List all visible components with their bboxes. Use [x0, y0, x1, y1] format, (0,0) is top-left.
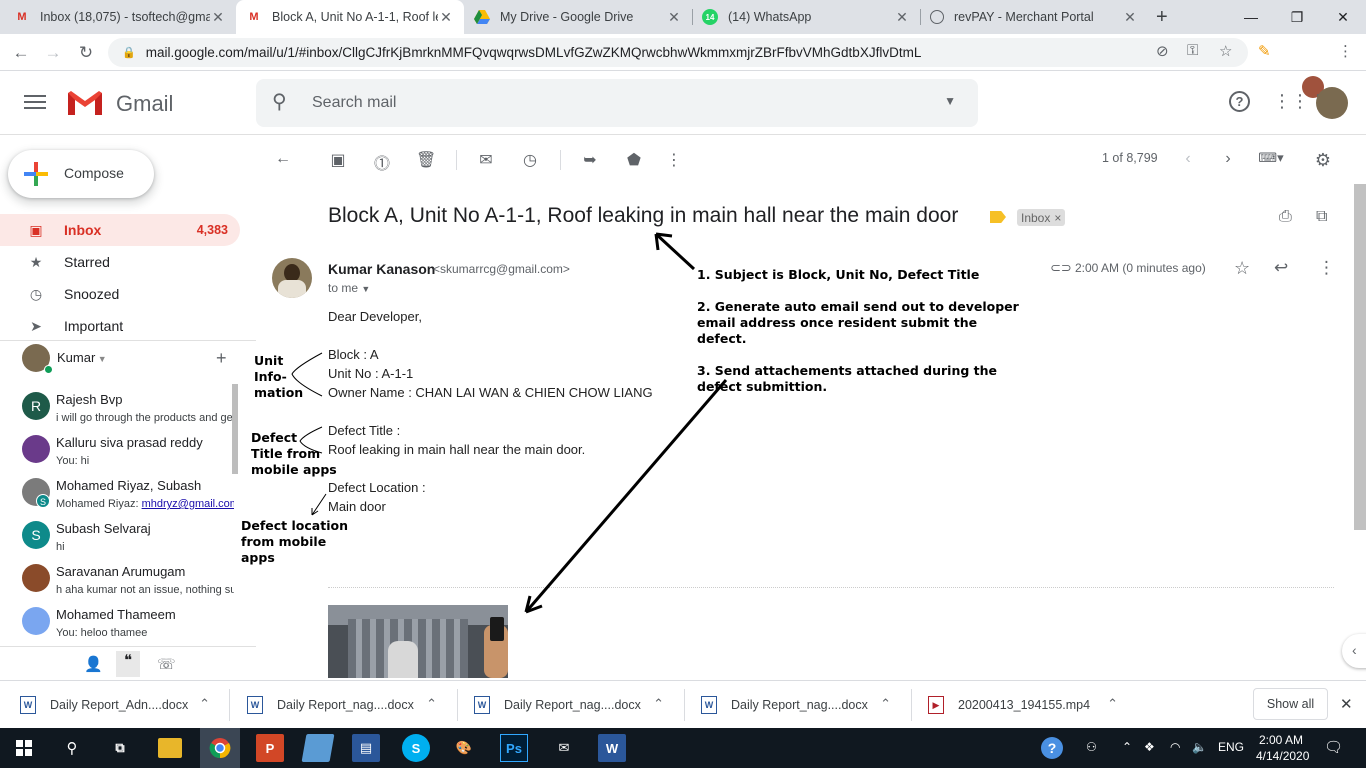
- message-scrollbar[interactable]: [1354, 184, 1366, 530]
- help-tray-icon[interactable]: ?: [1041, 737, 1063, 759]
- word-icon[interactable]: W: [598, 734, 626, 762]
- download-filename: 20200413_194155.mp4: [958, 698, 1091, 712]
- powerpoint-icon[interactable]: P: [256, 734, 284, 762]
- download-item[interactable]: W Daily Report_nag....docx ⌃: [681, 681, 907, 729]
- notification-center-icon[interactable]: 🗨: [1324, 738, 1343, 756]
- downloads-bar: W Daily Report_Adn....docx ⌃ W Daily Rep…: [0, 680, 1366, 728]
- chevron-up-icon[interactable]: ⌃: [1107, 696, 1118, 712]
- annotation-unit-info: Unit Info-mation: [254, 353, 304, 400]
- people-icon[interactable]: ⚇: [1086, 740, 1097, 754]
- download-item[interactable]: ▶ 20200413_194155.mp4 ⌃: [908, 681, 1134, 729]
- download-item[interactable]: W Daily Report_Adn....docx ⌃: [0, 681, 226, 729]
- annotation-notes: 1. Subject is Block, Unit No, Defect Tit…: [697, 267, 1019, 394]
- language-indicator[interactable]: ENG: [1218, 740, 1244, 754]
- annotation-defect-location: Defect location from mobile apps: [241, 518, 348, 565]
- app-icon[interactable]: [301, 734, 335, 762]
- download-filename: Daily Report_nag....docx: [277, 698, 414, 712]
- paint-icon[interactable]: 🎨: [450, 734, 478, 762]
- windows-taskbar: ⚲ ⧉ P ▤ S 🎨 Ps ✉ W ? ⚇ ⌃ ❖ ◠ 🔈 ENG 2:00 …: [0, 728, 1366, 768]
- annotation-defect-title: Defect Title from mobile apps: [251, 430, 337, 477]
- wifi-icon[interactable]: ◠: [1170, 740, 1180, 754]
- task-view-icon[interactable]: ⧉: [106, 734, 134, 762]
- clock-date: 4/14/2020: [1256, 749, 1310, 763]
- download-item[interactable]: W Daily Report_nag....docx ⌃: [227, 681, 453, 729]
- clock-time: 2:00 AM: [1258, 733, 1304, 747]
- video-file-icon: ▶: [928, 696, 944, 714]
- download-filename: Daily Report_Adn....docx: [50, 698, 189, 712]
- dropbox-icon[interactable]: ❖: [1144, 740, 1155, 754]
- windows-start-icon[interactable]: [10, 734, 38, 762]
- chrome-taskbar-button[interactable]: [200, 728, 240, 768]
- file-explorer-icon[interactable]: [158, 738, 182, 758]
- word-file-icon: W: [701, 696, 717, 714]
- word-file-icon: W: [474, 696, 490, 714]
- annotation-arrows: [291, 232, 728, 614]
- system-clock[interactable]: 2:00 AM 4/14/2020: [1256, 732, 1310, 764]
- close-downloads-icon[interactable]: ✕: [1340, 695, 1353, 713]
- word-file-icon: W: [20, 696, 36, 714]
- chevron-up-icon[interactable]: ⌃: [653, 696, 664, 712]
- volume-icon[interactable]: 🔈: [1192, 740, 1207, 754]
- photoshop-icon[interactable]: Ps: [500, 734, 528, 762]
- chevron-up-icon[interactable]: ⌃: [880, 696, 891, 712]
- tray-expand-icon[interactable]: ⌃: [1122, 740, 1132, 754]
- chevron-up-icon[interactable]: ⌃: [426, 696, 437, 712]
- skype-icon[interactable]: S: [402, 734, 430, 762]
- chevron-up-icon[interactable]: ⌃: [199, 696, 210, 712]
- download-item[interactable]: W Daily Report_nag....docx ⌃: [454, 681, 680, 729]
- mail-app-icon[interactable]: ✉: [550, 734, 578, 762]
- word-file-icon: W: [247, 696, 263, 714]
- download-filename: Daily Report_nag....docx: [504, 698, 641, 712]
- show-all-downloads-button[interactable]: Show all: [1253, 688, 1328, 720]
- document-app-icon[interactable]: ▤: [352, 734, 380, 762]
- taskbar-search-icon[interactable]: ⚲: [58, 734, 86, 762]
- download-filename: Daily Report_nag....docx: [731, 698, 868, 712]
- chrome-icon: [209, 738, 231, 759]
